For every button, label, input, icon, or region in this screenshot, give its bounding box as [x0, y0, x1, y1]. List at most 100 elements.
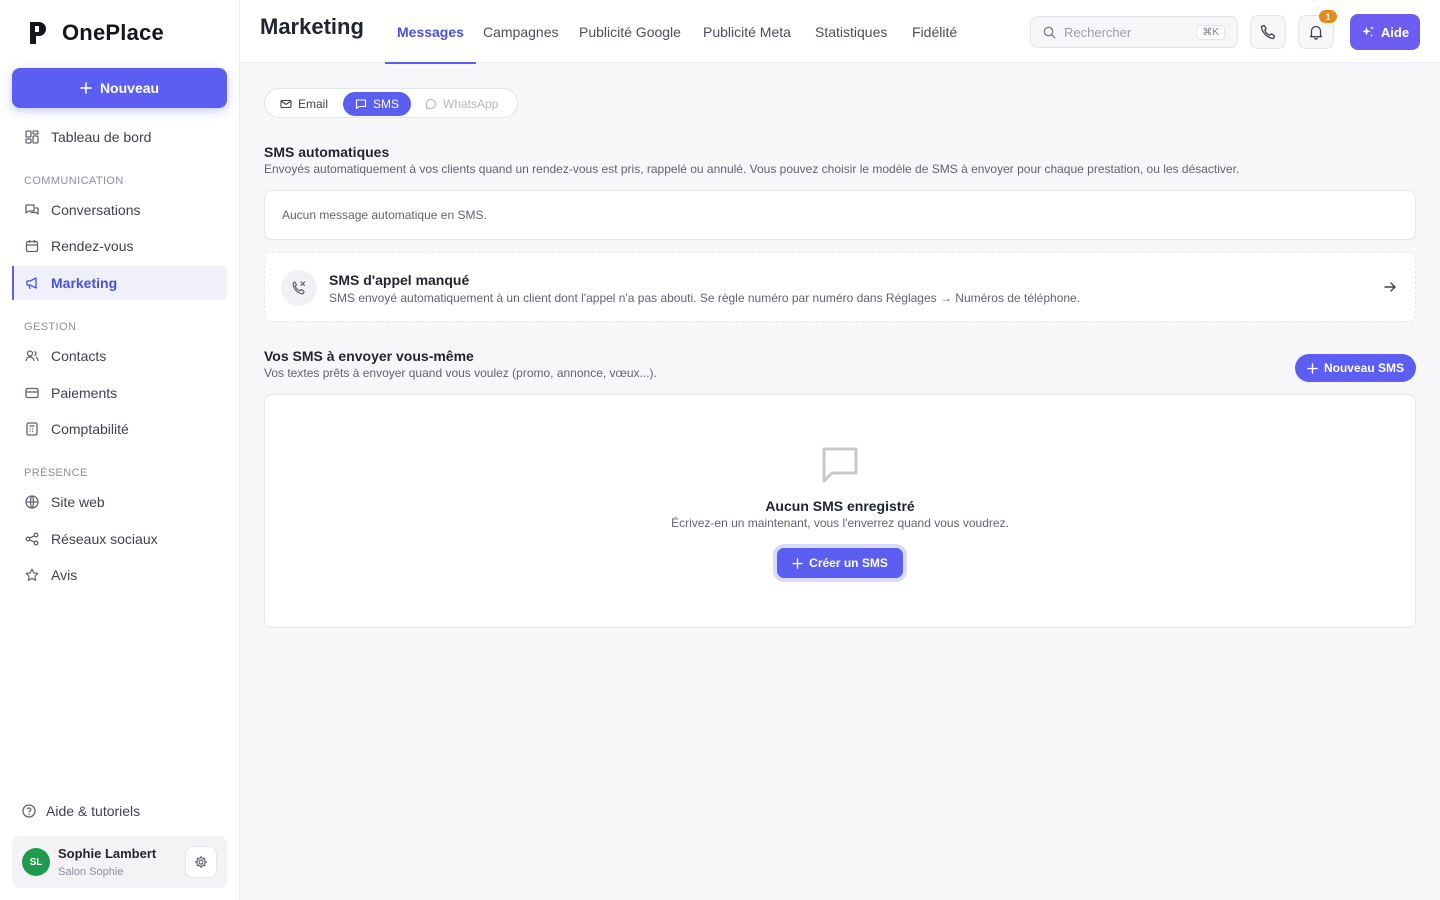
tab-meta-ads[interactable]: Publicité Meta [691, 0, 803, 63]
channel-tabs: Email SMS WhatsApp [264, 88, 518, 118]
mail-icon [280, 99, 292, 109]
section-presence: PRÉSENCE [24, 467, 88, 479]
new-sms-button-label: Nouveau SMS [1323, 361, 1404, 375]
phone-button[interactable] [1250, 15, 1286, 49]
calculator-icon [26, 422, 38, 436]
message-circle-icon [425, 98, 437, 110]
new-button[interactable]: Nouveau [12, 68, 227, 108]
missed-call-description: SMS envoyé automatiquement à un client d… [329, 291, 1081, 305]
help-button[interactable]: Aide [1350, 14, 1420, 50]
tab-loyalty[interactable]: Fidélité [900, 0, 969, 63]
sidebar-item-website[interactable]: Site web [12, 485, 227, 519]
search-input[interactable] [1064, 24, 1194, 40]
sidebar-item-label: Marketing [51, 275, 118, 291]
missed-call-sms-card[interactable]: SMS d'appel manqué SMS envoyé automatiqu… [264, 252, 1416, 322]
page-title: Marketing [260, 14, 364, 39]
sidebar-item-label: Avis [51, 567, 78, 583]
sidebar-item-label: Comptabilité [51, 421, 129, 437]
tab-statistics[interactable]: Statistiques [803, 0, 899, 63]
sparkles-icon [1362, 26, 1374, 37]
megaphone-icon [26, 277, 37, 290]
missed-call-icon [281, 270, 317, 306]
search-icon [1043, 26, 1056, 38]
empty-state-title: Aucun SMS enregistré [765, 498, 915, 514]
plus-icon [792, 557, 803, 569]
channel-tab-sms[interactable]: SMS [343, 92, 412, 116]
notification-badge: 1 [1319, 10, 1337, 23]
tab-campaigns[interactable]: Campagnes [471, 0, 571, 63]
channel-tab-label: SMS [373, 97, 400, 111]
plus-icon [80, 82, 92, 94]
conversations-icon [25, 204, 39, 215]
app-name: OnePlace [62, 20, 164, 45]
gear-icon [195, 856, 207, 868]
section-gestion: GESTION [24, 321, 77, 333]
tab-google-ads[interactable]: Publicité Google [567, 0, 693, 63]
logo-icon [30, 22, 46, 44]
sidebar-item-label: Paiements [51, 385, 118, 401]
manual-sms-description: Vos textes prêts à envoyer quand vous vo… [264, 366, 657, 380]
help-circle-icon [22, 804, 36, 818]
topbar: Marketing Messages Campagnes Publicité G… [240, 0, 1440, 64]
sidebar-item-conversations[interactable]: Conversations [12, 193, 227, 227]
channel-tab-email[interactable]: Email [268, 92, 340, 116]
sidebar-item-payments[interactable]: Paiements [12, 376, 227, 410]
user-name: Sophie Lambert [58, 846, 157, 861]
sidebar-item-social[interactable]: Réseaux sociaux [12, 522, 227, 556]
sidebar-item-label: Site web [51, 494, 105, 510]
plus-icon [1307, 362, 1318, 374]
star-icon [25, 568, 39, 581]
create-sms-button[interactable]: Créer un SMS [777, 548, 903, 578]
sidebar-item-contacts[interactable]: Contacts [12, 339, 227, 373]
credit-card-icon [25, 387, 39, 399]
create-sms-button-label: Créer un SMS [809, 556, 888, 570]
channel-tab-label: WhatsApp [443, 97, 499, 111]
app-logo[interactable]: OnePlace [28, 20, 164, 46]
sidebar-item-accounting[interactable]: Comptabilité [12, 412, 227, 446]
sidebar-item-label: Réseaux sociaux [51, 531, 158, 547]
users-icon [25, 350, 39, 362]
manual-sms-title: Vos SMS à envoyer vous-même [264, 348, 474, 364]
sidebar-item-label: Rendez-vous [51, 238, 134, 254]
user-card[interactable]: SL Sophie Lambert Salon Sophie [12, 836, 227, 888]
calendar-icon [25, 240, 39, 253]
help-tutorials-link[interactable]: Aide & tutoriels [22, 803, 140, 819]
auto-sms-description: Envoyés automatiquement à vos clients qu… [264, 162, 1240, 176]
help-button-label: Aide [1380, 24, 1410, 40]
arrow-right-icon [1384, 282, 1396, 292]
sidebar-item-label: Contacts [51, 348, 107, 364]
sidebar-item-label: Conversations [51, 202, 141, 218]
new-button-label: Nouveau [99, 80, 160, 96]
tab-messages[interactable]: Messages [385, 0, 476, 64]
channel-tab-whatsapp: WhatsApp [413, 92, 510, 116]
user-business: Salon Sophie [58, 866, 124, 878]
bell-icon [1309, 25, 1323, 40]
auto-sms-empty-text: Aucun message automatique en SMS. [282, 208, 487, 222]
empty-state-description: Écrivez-en un maintenant, vous l'enverre… [671, 516, 1009, 530]
new-sms-button[interactable]: Nouveau SMS [1295, 354, 1416, 382]
auto-sms-title: SMS automatiques [264, 144, 390, 160]
channel-tab-label: Email [298, 97, 329, 111]
globe-icon [25, 495, 39, 509]
auto-sms-empty-card: Aucun message automatique en SMS. [264, 190, 1416, 240]
message-square-icon [355, 99, 367, 110]
settings-button[interactable] [185, 846, 217, 878]
sidebar: OnePlace Nouveau Tableau de bord COMMUNI… [0, 0, 240, 900]
phone-icon [1260, 24, 1276, 40]
help-tutorials-label: Aide & tutoriels [46, 803, 141, 819]
sidebar-item-appointments[interactable]: Rendez-vous [12, 229, 227, 263]
dashboard-icon [25, 130, 39, 144]
message-square-icon [822, 447, 858, 483]
sidebar-item-marketing[interactable]: Marketing [12, 266, 227, 300]
avatar: SL [22, 848, 50, 876]
sidebar-item-label: Tableau de bord [51, 129, 152, 145]
notifications-button[interactable]: 1 [1298, 10, 1337, 49]
section-communication: COMMUNICATION [24, 175, 124, 187]
sms-empty-state: Aucun SMS enregistré Écrivez-en un maint… [264, 394, 1416, 628]
missed-call-title: SMS d'appel manqué [329, 272, 470, 288]
sidebar-item-dashboard[interactable]: Tableau de bord [12, 120, 227, 154]
share-icon [25, 532, 39, 546]
search-shortcut: ⌘K [1196, 25, 1225, 40]
search-box[interactable]: ⌘K [1030, 16, 1238, 48]
sidebar-item-reviews[interactable]: Avis [12, 558, 227, 592]
